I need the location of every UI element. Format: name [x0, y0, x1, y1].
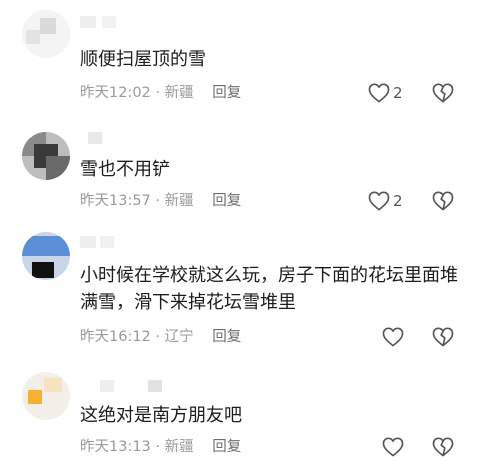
comment-meta: 昨天13:13 · 新疆 回复	[80, 436, 241, 458]
like-count: 2	[393, 84, 403, 102]
heart-outline-icon	[382, 437, 404, 457]
comment-text: 小时候在学校就这么玩，房子下面的花坛里面堆满雪，滑下来掉花坛雪堆里	[80, 265, 458, 313]
like-button[interactable]	[382, 326, 407, 348]
reply-button[interactable]: 回复	[212, 193, 241, 209]
heart-outline-icon	[368, 83, 390, 103]
comment-text: 雪也不用铲	[80, 159, 170, 180]
avatar-pixel	[32, 262, 54, 278]
meta-separator: ·	[155, 193, 161, 209]
dislike-button[interactable]	[432, 190, 454, 212]
comment-text: 这绝对是南方朋友吧	[80, 405, 242, 426]
avatar[interactable]	[22, 10, 70, 58]
broken-heart-outline-icon	[432, 83, 454, 103]
like-button[interactable]: 2	[368, 82, 403, 104]
like-button[interactable]: 2	[368, 190, 403, 212]
comment-time: 昨天12:02	[80, 85, 151, 101]
comment-meta: 昨天13:57 · 新疆 回复	[80, 190, 241, 212]
comment-location: 新疆	[164, 85, 194, 101]
dislike-button[interactable]	[432, 326, 454, 348]
avatar-pixel	[40, 18, 56, 34]
heart-outline-icon	[368, 191, 390, 211]
reply-button[interactable]: 回复	[212, 329, 241, 345]
dislike-button[interactable]	[432, 436, 454, 458]
avatar[interactable]	[22, 132, 70, 180]
avatar[interactable]	[22, 372, 70, 420]
avatar[interactable]	[22, 232, 70, 280]
dislike-button[interactable]	[432, 82, 454, 104]
comment-text: 顺便扫屋顶的雪	[80, 49, 206, 70]
avatar-pixel	[46, 156, 70, 180]
meta-separator: ·	[155, 85, 161, 101]
like-count: 2	[393, 192, 403, 210]
avatar-pixel	[28, 390, 42, 404]
broken-heart-outline-icon	[432, 191, 454, 211]
comment-meta: 昨天16:12 · 辽宁 回复	[80, 326, 241, 348]
heart-outline-icon	[382, 327, 404, 347]
reply-button[interactable]: 回复	[212, 439, 241, 455]
like-button[interactable]	[382, 436, 407, 458]
meta-separator: ·	[155, 329, 161, 345]
avatar-pixel	[22, 236, 70, 256]
comment-location: 辽宁	[164, 329, 194, 345]
avatar-pixel	[44, 378, 62, 392]
comment-time: 昨天13:57	[80, 193, 151, 209]
comment-location: 新疆	[164, 193, 194, 209]
avatar-pixel	[26, 30, 40, 44]
comment-meta: 昨天12:02 · 新疆 回复	[80, 82, 241, 104]
comment-time: 昨天16:12	[80, 329, 151, 345]
broken-heart-outline-icon	[432, 327, 454, 347]
reply-button[interactable]: 回复	[212, 85, 241, 101]
comment-time: 昨天13:13	[80, 439, 151, 455]
meta-separator: ·	[155, 439, 161, 455]
comment-location: 新疆	[164, 439, 194, 455]
broken-heart-outline-icon	[432, 437, 454, 457]
